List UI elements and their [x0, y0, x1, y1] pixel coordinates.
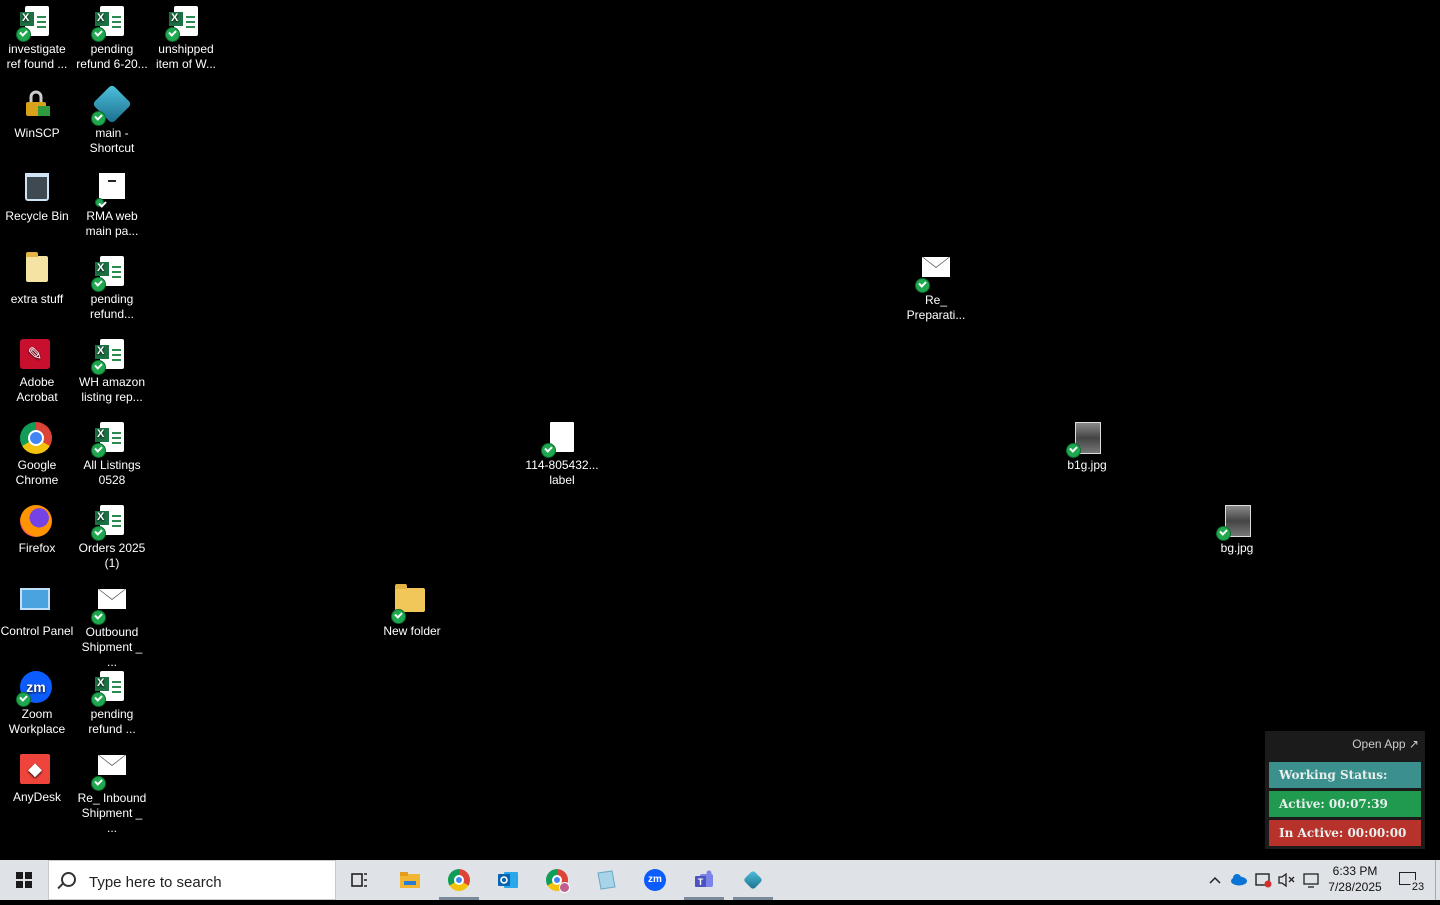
desktop-icon-main-shortcut[interactable]: main - Shortcut — [75, 84, 149, 156]
desktop-icon-label-file[interactable]: 114-805432... label — [525, 416, 599, 488]
web-page-icon — [95, 173, 129, 207]
onedrive-tray-button[interactable] — [1227, 860, 1251, 900]
teams-taskbar-button[interactable]: T — [680, 860, 728, 900]
excel-file-icon — [91, 422, 129, 458]
recycle-bin-icon — [20, 173, 54, 207]
document-app-icon — [597, 870, 616, 890]
desktop-icon-extra-stuff[interactable]: extra stuff — [0, 250, 74, 307]
volume-tray-button[interactable] — [1275, 860, 1299, 900]
shortcut-app-taskbar-button[interactable] — [729, 860, 777, 900]
notification-center-button[interactable]: 23 — [1396, 860, 1432, 900]
excel-file-icon — [91, 339, 129, 375]
desktop-icon-recycle-bin[interactable]: Recycle Bin — [0, 167, 74, 224]
onedrive-cloud-icon — [1231, 874, 1247, 886]
show-hidden-icons-button[interactable] — [1203, 860, 1227, 900]
desktop-icon-adobe-acrobat[interactable]: ✎ Adobe Acrobat — [0, 333, 74, 405]
desktop-icon-bg-jpg[interactable]: bg.jpg — [1200, 499, 1274, 556]
anydesk-icon: ◆ — [20, 754, 54, 788]
chrome-profile-icon — [546, 869, 570, 893]
network-tray-button[interactable] — [1299, 860, 1323, 900]
shortcut-app-icon — [742, 869, 764, 891]
desktop: investigate ref found ... pending refund… — [0, 0, 1440, 860]
open-app-link[interactable]: Open App ↗ — [1352, 737, 1419, 751]
image-file-icon — [1216, 505, 1254, 541]
excel-file-icon — [16, 6, 54, 42]
desktop-icon-orders-2025[interactable]: Orders 2025 (1) — [75, 499, 149, 571]
desktop-icon-pending-refund-2[interactable]: pending refund ... — [75, 665, 149, 737]
teams-icon: T — [695, 870, 713, 887]
desktop-icon-pending-refund-6-20[interactable]: pending refund 6-20... — [75, 0, 149, 72]
chrome-profile-taskbar-button[interactable] — [533, 860, 581, 900]
desktop-icon-b1g-jpg[interactable]: b1g.jpg — [1050, 416, 1124, 473]
zoom-icon: zm — [644, 869, 666, 891]
volume-muted-icon — [1278, 872, 1295, 888]
mail-icon — [915, 257, 953, 293]
control-panel-icon — [20, 588, 54, 622]
zoom-icon: zm — [16, 671, 54, 707]
desktop-icon-rma-web[interactable]: RMA web main pa... — [75, 167, 149, 239]
working-status-widget: Open App ↗ Working Status: Active Active… — [1265, 731, 1425, 849]
show-desktop-button[interactable] — [1435, 860, 1440, 900]
firefox-icon — [20, 505, 54, 539]
start-button[interactable] — [0, 860, 48, 900]
clock-date: 7/28/2025 — [1328, 880, 1382, 894]
excel-file-icon — [165, 6, 203, 42]
chrome-icon — [20, 422, 54, 456]
mail-icon — [91, 589, 129, 625]
windows-logo-icon — [16, 872, 32, 888]
inactive-timer: In Active: 00:00:00 — [1269, 820, 1421, 846]
excel-file-icon — [91, 671, 129, 707]
security-tray-button[interactable] — [1251, 860, 1275, 900]
zoom-taskbar-button[interactable]: zm — [631, 860, 679, 900]
desktop-icon-firefox[interactable]: Firefox — [0, 499, 74, 556]
file-explorer-icon — [400, 872, 420, 888]
desktop-icon-anydesk[interactable]: ◆ AnyDesk — [0, 748, 74, 805]
document-app-taskbar-button[interactable] — [582, 860, 630, 900]
adobe-acrobat-icon: ✎ — [20, 339, 54, 373]
excel-file-icon — [91, 505, 129, 541]
chrome-icon — [448, 869, 470, 891]
desktop-icon-investigate-ref[interactable]: investigate ref found ... — [0, 0, 74, 72]
file-explorer-button[interactable] — [386, 860, 434, 900]
desktop-icon-all-listings[interactable]: All Listings 0528 — [75, 416, 149, 488]
desktop-icon-re-inbound-shipment[interactable]: Re_ Inbound Shipment _ ... — [75, 748, 149, 836]
desktop-icon-new-folder[interactable]: New folder — [375, 582, 449, 639]
desktop-icon-control-panel[interactable]: Control Panel — [0, 582, 74, 639]
desktop-icon-outbound-shipment[interactable]: Outbound Shipment _ ... — [75, 582, 149, 670]
task-view-icon — [351, 873, 367, 887]
taskbar-search[interactable] — [48, 860, 336, 900]
outlook-taskbar-button[interactable] — [484, 860, 532, 900]
search-input[interactable] — [87, 870, 331, 894]
network-icon — [1303, 873, 1319, 888]
clock-time: 6:33 PM — [1332, 864, 1378, 878]
working-status-badge: Working Status: Active — [1269, 762, 1421, 808]
chrome-taskbar-button[interactable] — [435, 860, 483, 900]
desktop-icon-google-chrome[interactable]: Google Chrome — [0, 416, 74, 488]
desktop-icon-winscp[interactable]: WinSCP — [0, 84, 74, 141]
desktop-icon-wh-amazon-listing[interactable]: WH amazon listing rep... — [75, 333, 149, 405]
svg-text:T: T — [698, 877, 704, 887]
taskbar-clock[interactable]: 6:33 PM 7/28/2025 — [1322, 863, 1388, 895]
folder-icon — [391, 584, 429, 624]
document-icon — [541, 422, 579, 458]
desktop-icon-re-preparation[interactable]: Re_ Preparati... — [899, 250, 973, 323]
task-view-button[interactable] — [336, 860, 384, 900]
taskbar: zm T 6:33 PM 7/28/2025 23 — [0, 860, 1440, 900]
excel-file-icon — [91, 6, 129, 42]
excel-file-icon — [91, 256, 129, 292]
active-timer: Active: 00:07:39 — [1269, 791, 1421, 817]
winscp-icon — [20, 90, 54, 124]
image-file-icon — [1066, 422, 1104, 458]
search-icon — [61, 872, 76, 887]
folder-icon — [20, 252, 54, 290]
outlook-icon — [498, 872, 518, 888]
desktop-icon-pending-refund[interactable]: pending refund... — [75, 250, 149, 322]
notification-count: 23 — [1410, 880, 1426, 894]
desktop-icon-unshipped-item[interactable]: unshipped item of W... — [149, 0, 223, 72]
mail-icon — [91, 755, 129, 791]
security-icon — [1255, 873, 1272, 888]
shortcut-app-icon — [91, 84, 132, 126]
desktop-icon-zoom-workplace[interactable]: zm Zoom Workplace — [0, 665, 74, 737]
chevron-up-icon — [1209, 876, 1221, 884]
